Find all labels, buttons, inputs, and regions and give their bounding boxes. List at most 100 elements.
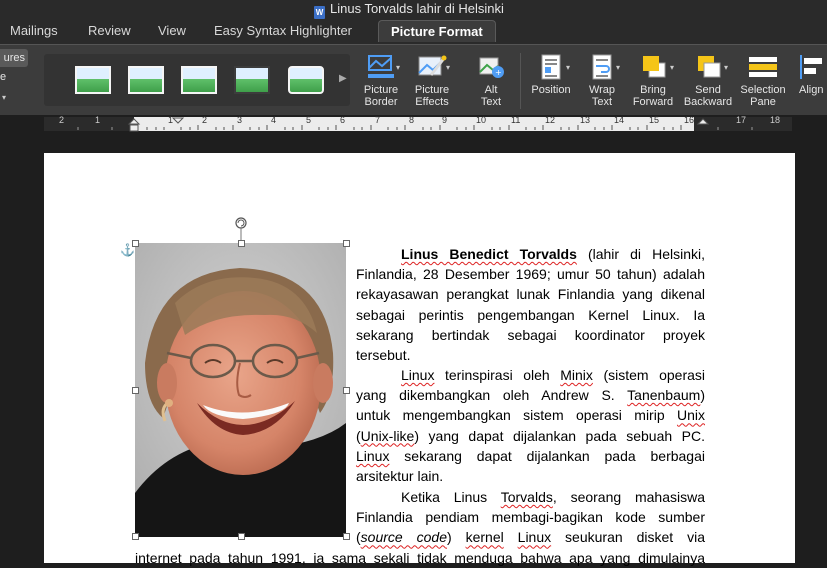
alt-text-label-2: Text xyxy=(480,96,502,108)
spelling-flag: Linux xyxy=(356,447,390,464)
selection-pane-icon xyxy=(748,53,778,81)
bring-forward-dropdown-icon[interactable]: ▾ xyxy=(670,63,674,72)
tab-view[interactable]: View xyxy=(158,23,186,38)
alt-text-label-1: Alt xyxy=(484,84,498,96)
ribbon-left-partial-label[interactable]: e xyxy=(0,71,6,83)
dropdown-arrow-icon[interactable]: ▾ xyxy=(2,93,6,102)
text-line: Linux terinspirasi oleh Minix (sistem op… xyxy=(356,365,705,385)
picture-style-thumb-5[interactable] xyxy=(288,66,324,94)
window-title-text: Linus Torvalds lahir di Helsinki xyxy=(330,1,504,16)
text-span: Ketika Linus xyxy=(401,489,501,505)
spelling-flag: kernel xyxy=(465,529,504,546)
tab-picture-format[interactable]: Picture Format xyxy=(378,20,496,42)
picture-effects-icon xyxy=(417,53,447,81)
selection-pane-label-1: Selection xyxy=(740,84,786,96)
svg-text:+: + xyxy=(495,68,502,77)
selection-pane-label-2: Pane xyxy=(750,96,776,108)
text-line: sekarang bertindak sebagai koordinator p… xyxy=(356,326,705,343)
send-backward-label-1: Send xyxy=(695,84,721,96)
wrap-text-dropdown-icon[interactable]: ▾ xyxy=(616,63,620,72)
bring-forward-label-2: Forward xyxy=(632,96,674,108)
picture-style-thumb-4[interactable] xyxy=(234,66,270,94)
picture-effects-button[interactable]: Picture Effects xyxy=(410,49,454,113)
text-line: rekayasawan perangkat lunak Finlandia ya… xyxy=(356,286,705,303)
text-span: yang dikembangkan oleh Andrew S. xyxy=(356,387,628,404)
spelling-flag: Minix xyxy=(560,367,593,383)
paragraph-3[interactable]: Ketika Linus Torvalds, seorang mahasiswa… xyxy=(356,487,705,548)
paragraph-2[interactable]: Linux terinspirasi oleh Minix (sistem op… xyxy=(356,365,705,486)
picture-border-label-2: Border xyxy=(364,96,398,108)
resize-handle-top-right[interactable] xyxy=(343,240,350,247)
wrap-text-icon xyxy=(587,53,617,81)
wrap-text-button[interactable]: Wrap Text xyxy=(582,49,622,113)
ribbon-left-partial-button[interactable]: ures xyxy=(0,49,28,67)
text-line: tersebut. xyxy=(356,347,411,364)
ribbon-tab-bar: Mailings Review View Easy Syntax Highlig… xyxy=(0,19,827,44)
text-span: (sistem operasi xyxy=(592,367,706,383)
picture-effects-label-1: Picture xyxy=(414,84,450,96)
wrap-text-label-1: Wrap xyxy=(588,84,616,96)
align-label: Align xyxy=(799,84,824,96)
resize-handle-top-left[interactable] xyxy=(132,240,139,247)
picture-border-icon xyxy=(366,53,396,81)
tab-easy-syntax-highlighter[interactable]: Easy Syntax Highlighter xyxy=(214,23,352,38)
position-button[interactable]: Position xyxy=(528,49,574,113)
bring-forward-button[interactable]: Bring Forward xyxy=(630,49,676,113)
spelling-flag: Unix xyxy=(676,407,705,424)
ruler-ticks xyxy=(77,117,753,132)
picture-border-button[interactable]: Picture Border xyxy=(360,49,402,113)
text-span: ) xyxy=(446,529,466,546)
alt-text-icon: + xyxy=(476,53,506,81)
picture-effects-dropdown-icon[interactable]: ▾ xyxy=(446,63,450,72)
word-document-icon: W xyxy=(314,6,325,19)
text-span: (lahir di Helsinki, xyxy=(576,246,705,262)
text-line: Ketika Linus Torvalds, seorang mahasiswa xyxy=(356,487,705,507)
text-span: ) xyxy=(700,387,705,404)
text-line: Linux sekarang dapat dijalankan pada ber… xyxy=(356,446,705,466)
text-line: arsitektur lain. xyxy=(356,468,444,485)
picture-effects-label-2: Effects xyxy=(415,96,449,108)
selection-pane-button[interactable]: Selection Pane xyxy=(736,49,790,113)
send-backward-button[interactable]: Send Backward xyxy=(682,49,734,113)
text-span: ) yang dapat dijalankan pada sebuah PC. xyxy=(414,427,705,444)
text-line: untuk mengembangkan sistem operasi mirip… xyxy=(356,405,705,425)
tab-review[interactable]: Review xyxy=(88,23,131,38)
gallery-more-icon[interactable]: ▶ xyxy=(339,73,347,84)
text-line: internet pada tahun 1991, ia sama sekali… xyxy=(135,550,705,566)
text-span: untuk mengembangkan sistem operasi mirip xyxy=(356,407,677,424)
picture-style-thumb-2[interactable] xyxy=(128,66,164,94)
position-dropdown-icon[interactable]: ▾ xyxy=(566,63,570,72)
ribbon: ures e ▾ ▶ Picture Border ▾ Picture Effe… xyxy=(0,44,827,116)
selected-picture[interactable] xyxy=(135,243,346,537)
spelling-flag: Tanenbaum xyxy=(627,387,701,404)
spelling-flag: Linux xyxy=(517,529,552,546)
picture-style-thumb-3[interactable] xyxy=(181,66,217,94)
resize-handle-top[interactable] xyxy=(238,240,245,247)
spelling-flag: Torvalds xyxy=(500,489,553,505)
paragraph-1[interactable]: Linus Benedict Torvalds (lahir di Helsin… xyxy=(356,244,705,365)
resize-handle-bottom-right[interactable] xyxy=(343,533,350,540)
horizontal-ruler[interactable]: 2 1 1 2 3 4 5 6 7 8 9 10 11 12 13 14 15 … xyxy=(0,115,827,133)
text-line: yang dikembangkan oleh Andrew S. Tanenba… xyxy=(356,385,705,405)
align-icon xyxy=(798,53,827,81)
paragraph-3-wide-line[interactable]: internet pada tahun 1991, ia sama sekali… xyxy=(135,548,705,568)
resize-handle-right[interactable] xyxy=(343,387,350,394)
send-backward-label-2: Backward xyxy=(683,96,733,108)
position-icon xyxy=(536,53,566,81)
send-backward-dropdown-icon[interactable]: ▾ xyxy=(724,63,728,72)
text-span: seukuran disket via xyxy=(551,529,705,546)
text-line: (source code) kernel Linux seukuran disk… xyxy=(356,527,705,547)
resize-handle-bottom-left[interactable] xyxy=(132,533,139,540)
picture-border-label-1: Picture xyxy=(363,84,399,96)
tab-mailings[interactable]: Mailings xyxy=(10,23,58,38)
align-button[interactable]: Align xyxy=(796,49,827,113)
text-line: (Unix-like) yang dapat dijalankan pada s… xyxy=(356,426,705,446)
resize-handle-bottom[interactable] xyxy=(238,533,245,540)
picture-style-thumb-1[interactable] xyxy=(75,66,111,94)
text-line: Finlandia pendiam membagi-bagikan kode s… xyxy=(356,509,705,526)
picture-border-dropdown-icon[interactable]: ▾ xyxy=(396,63,400,72)
resize-handle-left[interactable] xyxy=(132,387,139,394)
bring-forward-label-1: Bring xyxy=(640,84,666,96)
spelling-flag: Linux xyxy=(401,367,435,383)
alt-text-button[interactable]: + Alt Text xyxy=(472,49,510,113)
